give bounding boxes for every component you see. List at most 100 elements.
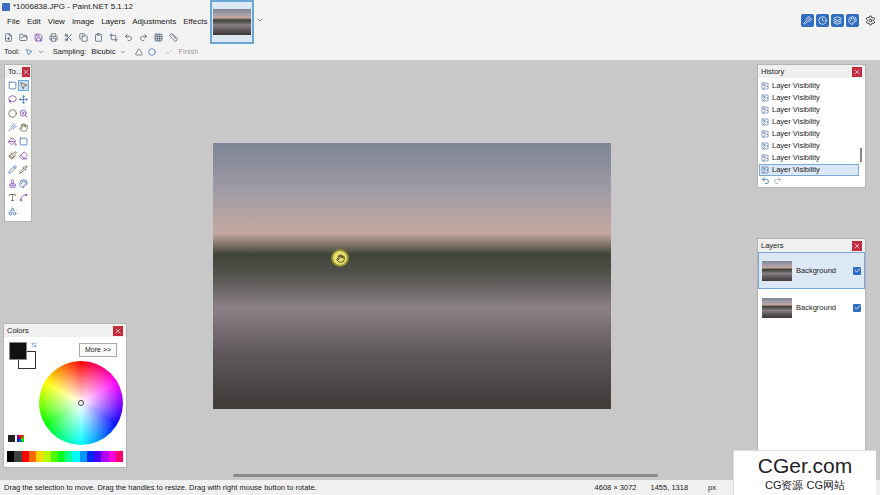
- palette-swatch[interactable]: [87, 451, 94, 462]
- palette-menu-icon[interactable]: [17, 435, 24, 442]
- tool-button[interactable]: [7, 80, 18, 91]
- palette-swatch[interactable]: [116, 451, 123, 462]
- history-item[interactable]: Layer Visibility: [759, 104, 859, 116]
- tool-button[interactable]: [18, 94, 29, 105]
- blend-icon[interactable]: [148, 48, 156, 56]
- tool-button[interactable]: [7, 136, 18, 147]
- toolbar-button-icon[interactable]: [154, 33, 163, 42]
- gear-icon[interactable]: [865, 15, 876, 26]
- color-wheel-handle[interactable]: [78, 400, 84, 406]
- toolbar-button-icon[interactable]: [109, 33, 118, 42]
- close-button[interactable]: [22, 67, 30, 77]
- tool-button[interactable]: [7, 206, 18, 217]
- palette-swatch[interactable]: [94, 451, 101, 462]
- swap-colors-icon[interactable]: [31, 342, 37, 348]
- panel-toggle[interactable]: [816, 14, 829, 27]
- history-item[interactable]: Layer Visibility: [759, 140, 859, 152]
- close-button[interactable]: [852, 241, 862, 251]
- toolbar-button-icon[interactable]: [169, 33, 178, 42]
- move-selection-icon[interactable]: [25, 48, 33, 56]
- toolbar-button-icon[interactable]: [79, 33, 88, 42]
- menu-item[interactable]: View: [48, 18, 65, 26]
- panel-toggle[interactable]: [846, 14, 859, 27]
- palette-swatch[interactable]: [29, 451, 36, 462]
- menu-item[interactable]: Edit: [27, 18, 41, 26]
- layer-row[interactable]: Background: [758, 252, 865, 289]
- palette-swatch[interactable]: [51, 451, 58, 462]
- menu-item[interactable]: Layers: [101, 18, 125, 26]
- tool-button[interactable]: [18, 150, 29, 161]
- image-canvas[interactable]: [213, 143, 611, 409]
- palette-swatch[interactable]: [65, 451, 72, 462]
- color-wheel[interactable]: [39, 361, 123, 445]
- history-item[interactable]: Layer Visibility: [759, 80, 859, 92]
- history-item[interactable]: Layer Visibility: [759, 152, 859, 164]
- colors-window[interactable]: ColorsMore >>: [3, 323, 127, 468]
- layer-visibility-checkbox[interactable]: [853, 304, 861, 312]
- toolbar-button-icon[interactable]: [124, 33, 133, 42]
- palette-swatch[interactable]: [43, 451, 50, 462]
- redo-icon[interactable]: [773, 176, 782, 185]
- palette-swatch[interactable]: [101, 451, 108, 462]
- colors-window-title-bar[interactable]: Colors: [4, 324, 126, 337]
- menu-item[interactable]: Adjustments: [132, 18, 176, 26]
- tabs-dropdown[interactable]: [254, 0, 264, 44]
- toolbar-button-icon[interactable]: [49, 33, 58, 42]
- chevron-down-icon[interactable]: [38, 49, 44, 55]
- tool-button[interactable]: [7, 164, 18, 175]
- tool-button[interactable]: [7, 94, 18, 105]
- primary-color-swatch[interactable]: [9, 342, 27, 360]
- tool-button[interactable]: [7, 122, 18, 133]
- menu-item[interactable]: Image: [72, 18, 94, 26]
- tool-button[interactable]: [7, 108, 18, 119]
- tool-button[interactable]: [18, 178, 29, 189]
- layer-visibility-checkbox[interactable]: [853, 267, 861, 275]
- palette-swatch[interactable]: [7, 451, 14, 462]
- layer-row[interactable]: Background: [758, 289, 865, 326]
- close-button[interactable]: [852, 67, 862, 77]
- menu-item[interactable]: File: [7, 18, 20, 26]
- tools-window[interactable]: To...: [4, 64, 32, 222]
- tool-button[interactable]: [18, 136, 29, 147]
- history-scrollbar[interactable]: [860, 148, 862, 162]
- panel-toggle[interactable]: [831, 14, 844, 27]
- tool-button[interactable]: [18, 164, 29, 175]
- palette-swatch[interactable]: [109, 451, 116, 462]
- tool-button[interactable]: [18, 192, 29, 203]
- layers-window[interactable]: LayersBackgroundBackground: [757, 238, 866, 478]
- history-window[interactable]: HistoryLayer VisibilityLayer VisibilityL…: [757, 64, 866, 188]
- tool-button[interactable]: [7, 178, 18, 189]
- tool-button[interactable]: [18, 122, 29, 133]
- palette-swatch[interactable]: [14, 451, 21, 462]
- close-button[interactable]: [113, 326, 123, 336]
- antialias-icon[interactable]: [135, 48, 143, 56]
- tool-button[interactable]: [18, 108, 29, 119]
- toolbar-button-icon[interactable]: [4, 33, 13, 42]
- toolbar-button-icon[interactable]: [139, 33, 148, 42]
- panel-toggle[interactable]: [801, 14, 814, 27]
- horizontal-scrollbar[interactable]: [233, 474, 658, 477]
- history-item[interactable]: Layer Visibility: [759, 116, 859, 128]
- tool-button[interactable]: [18, 80, 29, 91]
- toolbar-button-icon[interactable]: [94, 33, 103, 42]
- image-tab[interactable]: [210, 0, 254, 44]
- history-item[interactable]: Layer Visibility: [759, 92, 859, 104]
- history-item[interactable]: Layer Visibility: [759, 164, 859, 176]
- layers-window-title-bar[interactable]: Layers: [758, 239, 865, 252]
- menu-item[interactable]: Effects: [183, 18, 207, 26]
- palette-swatch[interactable]: [72, 451, 79, 462]
- tools-window-title-bar[interactable]: To...: [5, 65, 31, 78]
- tool-button[interactable]: [7, 192, 18, 203]
- history-window-title-bar[interactable]: History: [758, 65, 865, 78]
- tool-button[interactable]: [7, 150, 18, 161]
- palette-swatch[interactable]: [36, 451, 43, 462]
- sampling-value[interactable]: Bicubic: [91, 48, 115, 56]
- toolbar-button-icon[interactable]: [34, 33, 43, 42]
- palette-swatch[interactable]: [80, 451, 87, 462]
- finish-button[interactable]: Finish: [178, 48, 198, 56]
- chevron-down-icon[interactable]: [120, 49, 126, 55]
- toolbar-button-icon[interactable]: [19, 33, 28, 42]
- reset-colors-icon[interactable]: [8, 435, 15, 442]
- undo-icon[interactable]: [761, 176, 770, 185]
- history-item[interactable]: Layer Visibility: [759, 128, 859, 140]
